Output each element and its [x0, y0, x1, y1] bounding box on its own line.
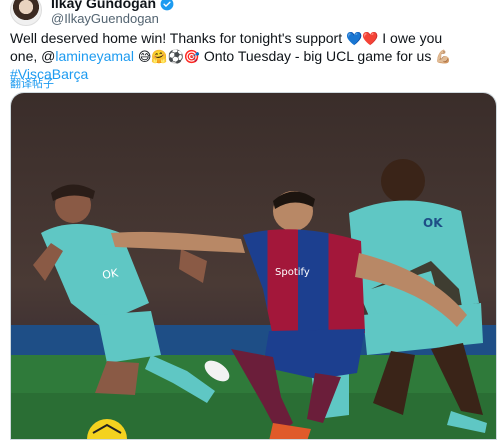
- avatar[interactable]: [10, 0, 42, 26]
- jersey-sponsor: Spotify: [275, 267, 310, 278]
- reaction-emojis: 😅🤗⚽🎯: [137, 50, 200, 65]
- flexed-biceps-emoji: 💪🏼: [435, 50, 452, 65]
- tweet-media-photo[interactable]: OK OK Spotify: [10, 92, 497, 440]
- author-handle[interactable]: @IlkayGuendogan: [51, 11, 174, 26]
- verified-badge-icon: [160, 0, 174, 10]
- author-display-name[interactable]: Ilkay Gündogan: [51, 0, 156, 11]
- tweet-text-line1: Well deserved home win! Thanks for tonig…: [10, 30, 343, 46]
- tweet-text-line1-tail: I owe you: [382, 30, 443, 46]
- tweet-text-line2-tail: Onto Tuesday - big UCL game for us: [203, 48, 432, 64]
- tweet-text-line2-start: one, @: [10, 48, 56, 64]
- translate-post-link[interactable]: 翻译帖子: [10, 75, 54, 91]
- tweet-header: Ilkay Gündogan @IlkayGuendogan: [10, 0, 174, 26]
- mention-link[interactable]: lamineyamal: [55, 48, 134, 64]
- author-display-name-row[interactable]: Ilkay Gündogan: [51, 0, 174, 11]
- svg-text:OK: OK: [423, 216, 443, 230]
- match-photo: OK OK Spotify: [11, 93, 496, 439]
- heart-emojis: 💙❤️: [346, 32, 379, 47]
- tweet-text: Well deserved home win! Thanks for tonig…: [10, 30, 495, 83]
- author-names: Ilkay Gündogan @IlkayGuendogan: [51, 0, 174, 26]
